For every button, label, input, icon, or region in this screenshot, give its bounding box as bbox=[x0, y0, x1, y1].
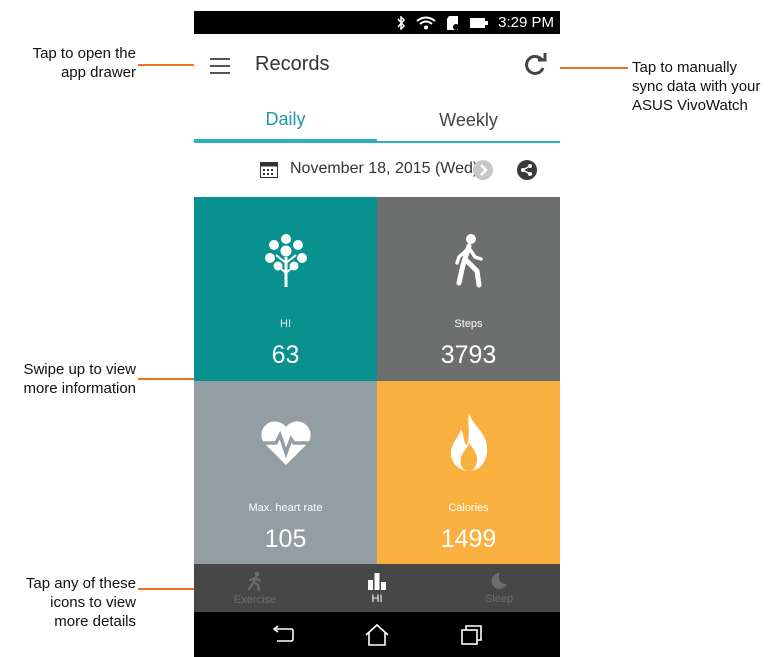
tile-value: 105 bbox=[264, 525, 307, 553]
sd-card-icon bbox=[446, 15, 460, 31]
tile-label: Steps bbox=[454, 318, 483, 330]
date-label: November 18, 2015 (Wed) bbox=[290, 160, 479, 177]
tab-weekly[interactable]: Weekly bbox=[377, 100, 560, 143]
tile-hi[interactable]: HI 63 bbox=[194, 197, 377, 381]
app-bar: Records bbox=[194, 34, 560, 100]
bar-chart-icon bbox=[368, 572, 386, 590]
chevron-right-icon bbox=[480, 164, 488, 176]
home-icon bbox=[365, 623, 389, 646]
recent-apps-icon bbox=[461, 624, 483, 645]
next-day-button[interactable] bbox=[473, 160, 493, 180]
share-icon bbox=[521, 164, 532, 176]
tile-value: 63 bbox=[271, 341, 300, 369]
calendar-icon[interactable] bbox=[260, 162, 278, 178]
tile-steps[interactable]: Steps 3793 bbox=[377, 197, 560, 381]
nav-hi[interactable]: HI bbox=[316, 564, 438, 612]
flame-icon bbox=[447, 411, 491, 478]
date-bar: November 18, 2015 (Wed) bbox=[194, 143, 560, 197]
callout-drawer: Tap to open the app drawer bbox=[32, 45, 136, 81]
tile-calories[interactable]: Calories 1499 bbox=[377, 381, 560, 565]
callout-line bbox=[138, 378, 198, 380]
back-arrow-icon bbox=[272, 624, 294, 642]
wifi-icon bbox=[416, 16, 436, 30]
running-icon bbox=[247, 571, 262, 591]
moon-icon bbox=[491, 572, 507, 589]
callout-line bbox=[555, 67, 628, 69]
nav-sleep[interactable]: Sleep bbox=[438, 564, 560, 612]
tile-label: HI bbox=[280, 318, 291, 330]
nav-exercise[interactable]: Exercise bbox=[194, 564, 316, 612]
nav-label: Exercise bbox=[233, 593, 277, 606]
status-time: 3:29 PM bbox=[498, 14, 554, 31]
callout-swipe: Swipe up to view more information bbox=[23, 361, 136, 397]
nav-label: HI bbox=[371, 592, 383, 605]
tree-icon bbox=[264, 233, 308, 294]
bluetooth-icon bbox=[396, 15, 406, 30]
battery-icon bbox=[470, 17, 489, 29]
recent-apps-button[interactable] bbox=[452, 615, 492, 655]
tile-label: Calories bbox=[448, 502, 489, 514]
callout-line bbox=[138, 588, 198, 590]
share-button[interactable] bbox=[517, 160, 537, 180]
status-bar: 3:29 PM bbox=[194, 11, 560, 34]
phone-screen: 3:29 PM Records Daily Weekly November 18… bbox=[194, 11, 560, 657]
walking-person-icon bbox=[449, 233, 489, 294]
back-button[interactable] bbox=[262, 615, 302, 655]
page-title: Records bbox=[255, 53, 330, 75]
tile-value: 3793 bbox=[440, 341, 497, 369]
home-button[interactable] bbox=[357, 615, 397, 655]
tile-label: Max. heart rate bbox=[248, 502, 323, 514]
nav-label: Sleep bbox=[484, 592, 514, 605]
tile-max-heart-rate[interactable]: Max. heart rate 105 bbox=[194, 381, 377, 565]
bottom-nav: Exercise HI Sleep bbox=[194, 564, 560, 612]
callout-sync: Tap to manually sync data with your ASUS… bbox=[632, 59, 761, 114]
system-nav-bar bbox=[194, 612, 560, 657]
tab-bar: Daily Weekly bbox=[194, 100, 560, 143]
heartbeat-icon bbox=[258, 419, 314, 472]
menu-icon[interactable] bbox=[210, 58, 230, 74]
callout-line bbox=[138, 64, 198, 66]
callout-icons: Tap any of these icons to view more deta… bbox=[25, 575, 136, 630]
tab-daily[interactable]: Daily bbox=[194, 100, 377, 143]
sync-icon[interactable] bbox=[522, 52, 548, 78]
tile-value: 1499 bbox=[440, 525, 497, 553]
